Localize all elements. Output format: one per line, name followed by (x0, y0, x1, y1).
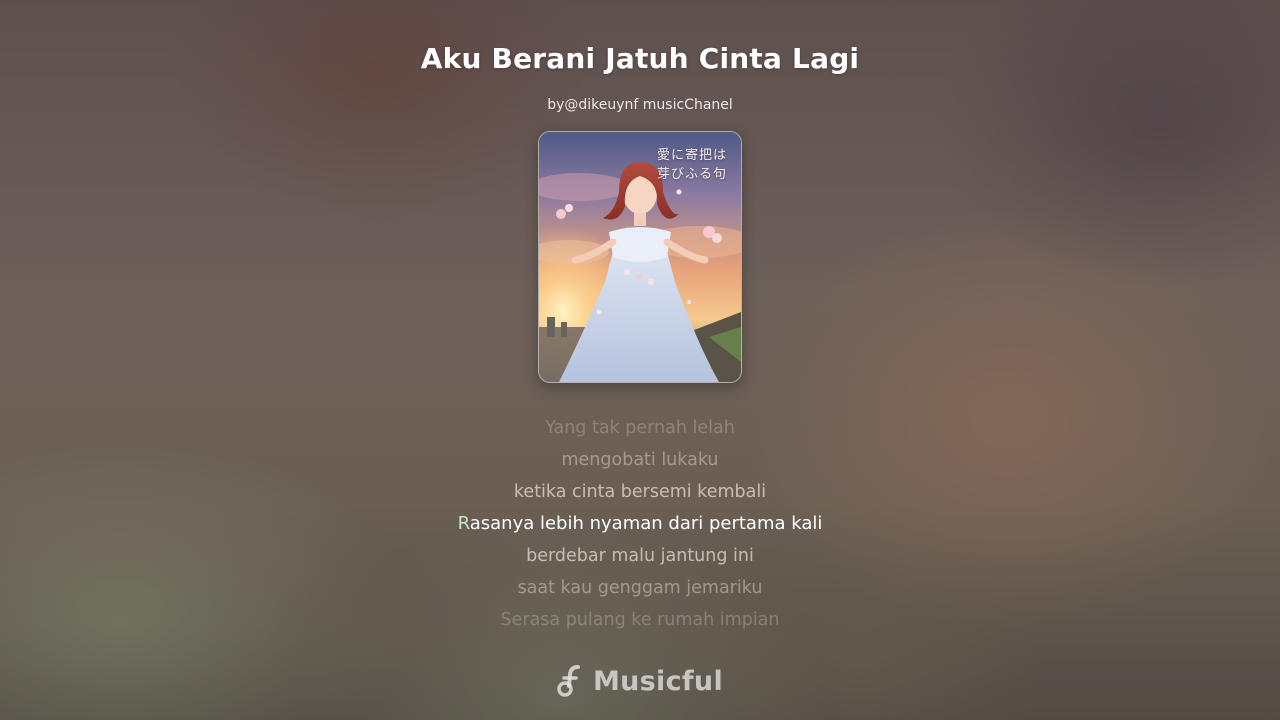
player-background: Aku Berani Jatuh Cinta Lagi by@dikeuynf … (0, 0, 1280, 720)
lyric-active-first-letter: R (457, 513, 470, 534)
lyric-line: ketika cinta bersemi kembali (513, 482, 767, 502)
lyric-line: mengobati lukaku (561, 450, 719, 470)
lyric-line-active: Rasanya lebih nyaman dari pertama kali (0, 508, 1280, 540)
music-note-icon (557, 665, 580, 697)
song-artist: by@dikeuynf musicChanel (547, 97, 733, 113)
song-title: Aku Berani Jatuh Cinta Lagi (420, 42, 860, 75)
album-cover: 愛に寄把は 芽びふる句 (538, 131, 742, 383)
lyric-line: Serasa pulang ke rumah impian (500, 610, 780, 630)
brand-name: Musicful (592, 665, 724, 697)
lyrics-panel: Yang tak pernah lelah mengobati lukaku k… (0, 412, 1280, 636)
cover-caption: 愛に寄把は 芽びふる句 (656, 148, 727, 182)
lyric-line: Yang tak pernah lelah (545, 418, 735, 438)
brand-logo: Musicful (0, 664, 1280, 702)
lyric-line: saat kau genggam jemariku (517, 578, 763, 598)
lyric-active-rest: asanya lebih nyaman dari pertama kali (469, 513, 823, 534)
lyric-line: berdebar malu jantung ini (526, 546, 754, 566)
